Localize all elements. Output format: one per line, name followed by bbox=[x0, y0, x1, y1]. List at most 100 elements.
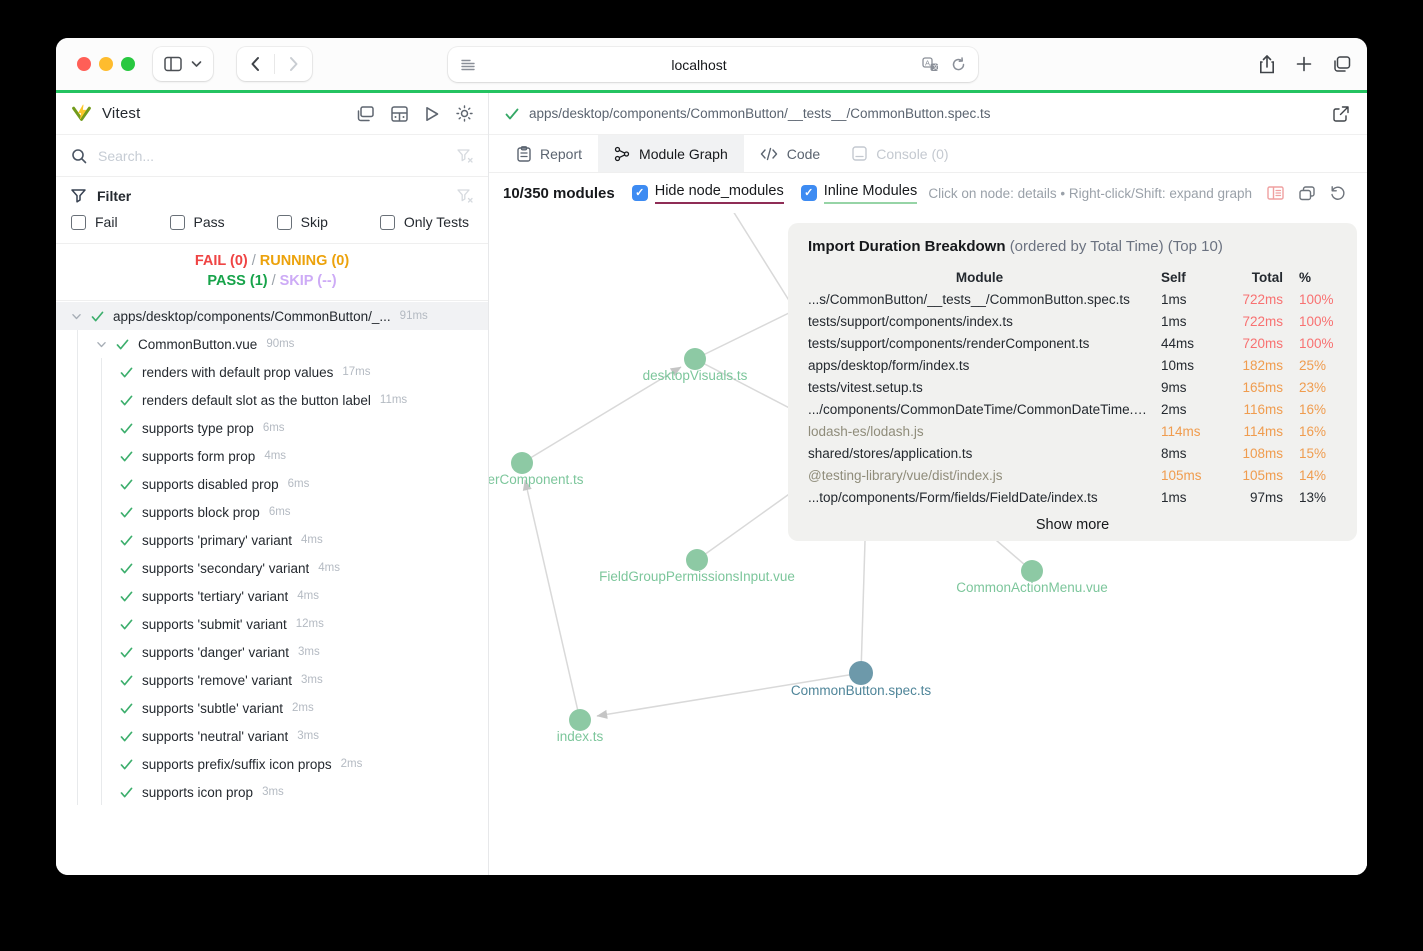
clear-filter-icon[interactable] bbox=[457, 189, 473, 203]
cell-pct: 15% bbox=[1299, 445, 1327, 461]
test-row[interactable]: supports type prop 6ms bbox=[56, 414, 488, 442]
filter-fail-checkbox[interactable]: Fail bbox=[71, 214, 118, 230]
table-row[interactable]: @testing-library/vue/dist/index.js 105ms 1… bbox=[808, 464, 1337, 486]
cell-self: 44ms bbox=[1161, 335, 1195, 351]
checked-checkbox-icon[interactable]: ✓ bbox=[800, 185, 817, 201]
translate-icon[interactable]: A文 bbox=[922, 57, 939, 72]
new-tab-icon[interactable] bbox=[1296, 56, 1312, 72]
check-icon bbox=[120, 451, 133, 461]
dashboard-icon[interactable] bbox=[391, 105, 408, 122]
filter-skip-checkbox[interactable]: Skip bbox=[276, 214, 328, 230]
test-row[interactable]: renders default slot as the button label… bbox=[56, 386, 488, 414]
test-tree: apps/desktop/components/CommonButton/_..… bbox=[56, 301, 488, 875]
test-row[interactable]: supports disabled prop 6ms bbox=[56, 470, 488, 498]
checkbox-icon[interactable] bbox=[379, 214, 395, 230]
table-row[interactable]: tests/support/components/index.ts 1ms 722m… bbox=[808, 310, 1337, 332]
cell-self: 105ms bbox=[1161, 467, 1202, 483]
filter-fail-label: Fail bbox=[95, 214, 118, 230]
table-row[interactable]: tests/support/components/renderComponent… bbox=[808, 332, 1337, 354]
graph-node-label[interactable]: FieldGroupPermissionsInput.vue bbox=[599, 569, 795, 584]
stacked-windows-icon[interactable] bbox=[357, 105, 374, 122]
filter-onlytests-label: Only Tests bbox=[403, 214, 469, 230]
url-text[interactable]: localhost bbox=[476, 57, 922, 73]
reader-view-icon[interactable] bbox=[460, 58, 476, 72]
test-row[interactable]: CommonButton.vue 90ms bbox=[56, 330, 488, 358]
graph-node-label[interactable]: CommonButton.spec.ts bbox=[791, 683, 932, 698]
test-row[interactable]: supports 'subtle' variant 2ms bbox=[56, 694, 488, 722]
cell-pct: 100% bbox=[1299, 291, 1334, 307]
table-row[interactable]: lodash-es/lodash.js 114ms 114ms 16% bbox=[808, 420, 1337, 442]
checkbox-icon[interactable] bbox=[169, 214, 185, 230]
module-graph-canvas[interactable]: desktopVisuals.ts renderComponent.ts Field… bbox=[489, 213, 1367, 875]
test-row[interactable]: supports block prop 6ms bbox=[56, 498, 488, 526]
test-row[interactable]: supports 'danger' variant 3ms bbox=[56, 638, 488, 666]
graph-node-label[interactable]: desktopVisuals.ts bbox=[643, 368, 748, 383]
address-bar[interactable]: localhost A文 bbox=[448, 47, 978, 82]
chevron-down-icon[interactable] bbox=[96, 340, 107, 349]
test-row[interactable]: supports 'submit' variant 12ms bbox=[56, 610, 488, 638]
clear-search-filter-icon[interactable] bbox=[457, 148, 473, 163]
test-time: 12ms bbox=[295, 618, 324, 630]
tab-code[interactable]: Code bbox=[744, 135, 836, 172]
test-row[interactable]: supports 'tertiary' variant 4ms bbox=[56, 582, 488, 610]
test-row[interactable]: supports 'remove' variant 3ms bbox=[56, 666, 488, 694]
test-row[interactable]: apps/desktop/components/CommonButton/_..… bbox=[56, 302, 488, 330]
run-all-icon[interactable] bbox=[425, 106, 439, 122]
sidebar-toggle-group[interactable] bbox=[153, 47, 213, 81]
external-link-icon[interactable] bbox=[1333, 105, 1349, 122]
reset-view-icon[interactable] bbox=[1330, 185, 1345, 201]
hide-node-modules-checkbox[interactable]: ✓ Hide node_modules bbox=[631, 183, 784, 204]
graph-node-label[interactable]: index.ts bbox=[557, 729, 604, 744]
checked-checkbox-icon[interactable]: ✓ bbox=[631, 185, 648, 201]
back-icon[interactable] bbox=[250, 56, 260, 72]
graph-node[interactable] bbox=[686, 549, 708, 571]
table-row[interactable]: shared/stores/application.ts 8ms 108ms 15% bbox=[808, 442, 1337, 464]
browser-sidebar-icon[interactable] bbox=[164, 56, 182, 72]
show-more-button[interactable]: Show more bbox=[808, 517, 1337, 533]
checkbox-icon[interactable] bbox=[71, 214, 86, 230]
test-row[interactable]: supports icon prop 3ms bbox=[56, 778, 488, 806]
graph-node-label[interactable]: CommonActionMenu.vue bbox=[956, 580, 1108, 595]
test-row[interactable]: supports form prop 4ms bbox=[56, 442, 488, 470]
test-row[interactable]: supports 'secondary' variant 4ms bbox=[56, 554, 488, 582]
view-tabs: Report Module Graph Code Console (0) bbox=[489, 135, 1367, 173]
minimize-window-button[interactable] bbox=[99, 57, 113, 71]
checkbox-icon[interactable] bbox=[276, 214, 292, 230]
duration-table-icon[interactable] bbox=[1267, 186, 1284, 200]
fail-count: FAIL (0) bbox=[194, 253, 248, 269]
table-row[interactable]: tests/vitest.setup.ts 9ms 165ms 23% bbox=[808, 376, 1337, 398]
graph-node[interactable] bbox=[511, 452, 533, 474]
graph-node[interactable] bbox=[1021, 560, 1043, 582]
close-window-button[interactable] bbox=[77, 57, 91, 71]
table-row[interactable]: ...s/CommonButton/__tests__/CommonButton… bbox=[808, 288, 1337, 310]
cell-total: 97ms bbox=[1249, 489, 1283, 505]
table-row[interactable]: apps/desktop/form/index.ts 10ms 182ms 25% bbox=[808, 354, 1337, 376]
new-window-icon[interactable] bbox=[1299, 185, 1315, 201]
graph-node[interactable] bbox=[569, 709, 591, 731]
tab-overview-icon[interactable] bbox=[1333, 55, 1351, 73]
test-row[interactable]: renders with default prop values 17ms bbox=[56, 358, 488, 386]
chevron-down-icon[interactable] bbox=[191, 60, 202, 68]
table-row[interactable]: ...top/components/Form/fields/FieldDate/… bbox=[808, 486, 1337, 508]
inline-modules-checkbox[interactable]: ✓ Inline Modules bbox=[800, 183, 918, 204]
test-row[interactable]: supports 'neutral' variant 3ms bbox=[56, 722, 488, 750]
chevron-down-icon[interactable] bbox=[71, 312, 82, 321]
sidebar: Vitest Filter bbox=[56, 93, 489, 875]
theme-sun-icon[interactable] bbox=[456, 105, 473, 122]
tab-module-graph[interactable]: Module Graph bbox=[598, 135, 744, 172]
filter-pass-checkbox[interactable]: Pass bbox=[169, 214, 225, 230]
tab-console[interactable]: Console (0) bbox=[836, 135, 964, 172]
graph-node[interactable] bbox=[849, 661, 873, 685]
tab-report[interactable]: Report bbox=[501, 135, 598, 172]
zoom-window-button[interactable] bbox=[121, 57, 135, 71]
forward-icon[interactable] bbox=[289, 56, 299, 72]
test-row[interactable]: supports 'primary' variant 4ms bbox=[56, 526, 488, 554]
filter-onlytests-checkbox[interactable]: Only Tests bbox=[379, 214, 469, 230]
test-row[interactable]: supports prefix/suffix icon props 2ms bbox=[56, 750, 488, 778]
reload-icon[interactable] bbox=[951, 57, 966, 72]
graph-node[interactable] bbox=[684, 348, 706, 370]
graph-node-label[interactable]: renderComponent.ts bbox=[489, 472, 584, 487]
table-row[interactable]: .../components/CommonDateTime/CommonDate… bbox=[808, 398, 1337, 420]
share-icon[interactable] bbox=[1259, 54, 1275, 74]
search-input[interactable] bbox=[98, 147, 446, 164]
